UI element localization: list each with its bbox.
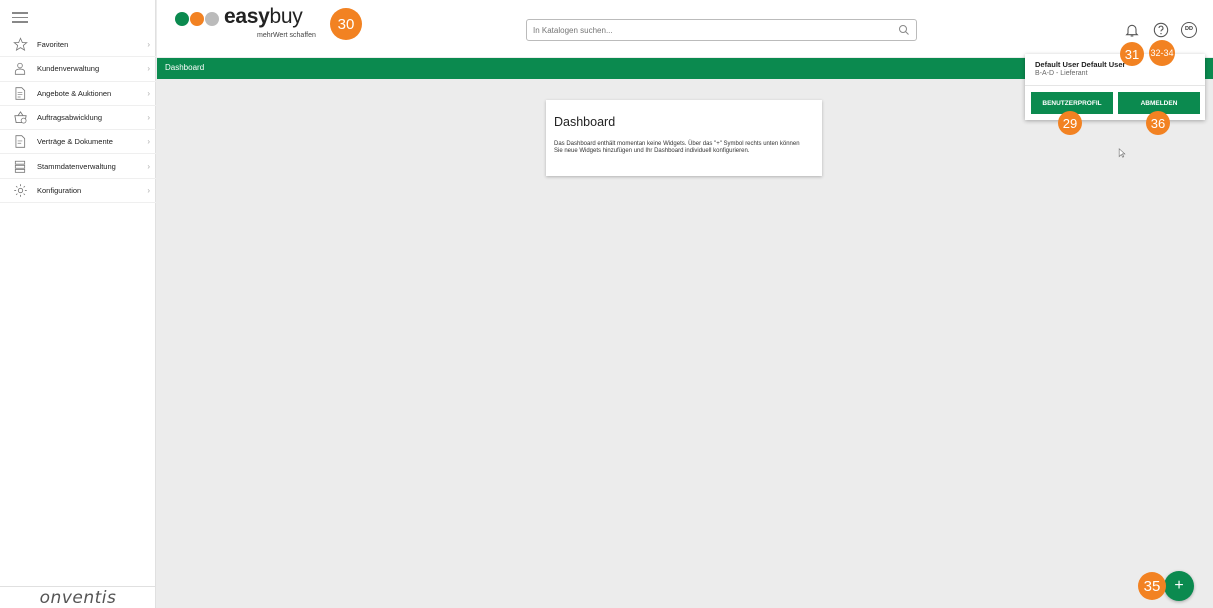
user-role: B-A-D - Lieferant bbox=[1035, 70, 1088, 77]
bell-icon[interactable] bbox=[1124, 22, 1140, 38]
top-header: easybuy mehrWert schaffen DD bbox=[157, 0, 1213, 57]
sidebar-item-favoriten[interactable]: Favoriten › bbox=[0, 33, 156, 58]
sidebar-item-label: Angebote & Auktionen bbox=[37, 88, 112, 98]
sidebar-item-label: Verträge & Dokumente bbox=[37, 137, 113, 147]
annotation-marker-29: 29 bbox=[1058, 111, 1082, 135]
sidebar-nav: Favoriten › Kundenverwaltung › Angebote … bbox=[0, 33, 156, 204]
chevron-right-icon: › bbox=[147, 40, 150, 50]
sidebar-item-label: Kundenverwaltung bbox=[37, 64, 100, 74]
database-icon bbox=[12, 158, 28, 174]
easybuy-logo[interactable]: easybuy mehrWert schaffen bbox=[175, 5, 335, 44]
help-icon[interactable] bbox=[1153, 22, 1169, 38]
chevron-right-icon: › bbox=[147, 161, 150, 171]
chevron-right-icon: › bbox=[147, 113, 150, 123]
sidebar: Favoriten › Kundenverwaltung › Angebote … bbox=[0, 0, 156, 608]
breadcrumb: Dashboard bbox=[165, 63, 205, 72]
annotation-marker-32-34: 32-34 bbox=[1149, 40, 1175, 66]
chevron-right-icon: › bbox=[147, 185, 150, 195]
search-icon[interactable] bbox=[898, 24, 910, 36]
logo-tagline: mehrWert schaffen bbox=[257, 32, 316, 39]
sidebar-item-vertraege[interactable]: Verträge & Dokumente › bbox=[0, 130, 156, 155]
sidebar-item-angebote[interactable]: Angebote & Auktionen › bbox=[0, 82, 156, 106]
annotation-marker-36: 36 bbox=[1146, 111, 1170, 135]
document-icon bbox=[12, 85, 28, 101]
card-title: Dashboard bbox=[554, 115, 616, 129]
logo-dots-icon bbox=[175, 12, 220, 26]
sidebar-item-label: Favoriten bbox=[37, 40, 69, 50]
sidebar-item-kundenverwaltung[interactable]: Kundenverwaltung › bbox=[0, 57, 156, 82]
dashboard-empty-card: Dashboard Das Dashboard enthält momentan… bbox=[546, 100, 822, 176]
sidebar-item-konfiguration[interactable]: Konfiguration › bbox=[0, 179, 156, 204]
annotation-marker-31: 31 bbox=[1120, 42, 1144, 66]
card-description: Das Dashboard enthält momentan keine Wid… bbox=[554, 141, 800, 154]
user-menu-popup: Default User Default User B-A-D - Liefer… bbox=[1025, 54, 1205, 120]
user-avatar[interactable]: DD bbox=[1181, 22, 1197, 38]
sidebar-item-label: Stammdatenverwaltung bbox=[37, 161, 116, 171]
chevron-right-icon: › bbox=[147, 88, 150, 98]
mouse-cursor-icon bbox=[1118, 148, 1126, 158]
chevron-right-icon: › bbox=[147, 64, 150, 74]
logo-text: easybuy bbox=[224, 5, 303, 28]
divider bbox=[1025, 85, 1205, 86]
add-widget-button[interactable]: + bbox=[1164, 571, 1194, 601]
sidebar-item-label: Konfiguration bbox=[37, 185, 82, 195]
onventis-logo: onventis bbox=[0, 586, 156, 608]
person-icon bbox=[12, 61, 28, 77]
catalog-search-field[interactable] bbox=[526, 19, 917, 41]
user-name: Default User Default User bbox=[1035, 60, 1126, 69]
annotation-marker-30: 30 bbox=[330, 8, 362, 40]
sidebar-item-stammdaten[interactable]: Stammdatenverwaltung › bbox=[0, 154, 156, 179]
sidebar-item-label: Auftragsabwicklung bbox=[37, 113, 103, 123]
star-icon bbox=[12, 37, 28, 53]
basket-clock-icon bbox=[12, 110, 28, 126]
annotation-marker-35: 35 bbox=[1138, 572, 1166, 600]
chevron-right-icon: › bbox=[147, 137, 150, 147]
hamburger-menu-icon[interactable] bbox=[12, 12, 28, 24]
sidebar-item-auftragsabwicklung[interactable]: Auftragsabwicklung › bbox=[0, 106, 156, 131]
gear-icon bbox=[12, 182, 28, 198]
document-edit-icon bbox=[12, 134, 28, 150]
search-input[interactable] bbox=[527, 20, 887, 41]
